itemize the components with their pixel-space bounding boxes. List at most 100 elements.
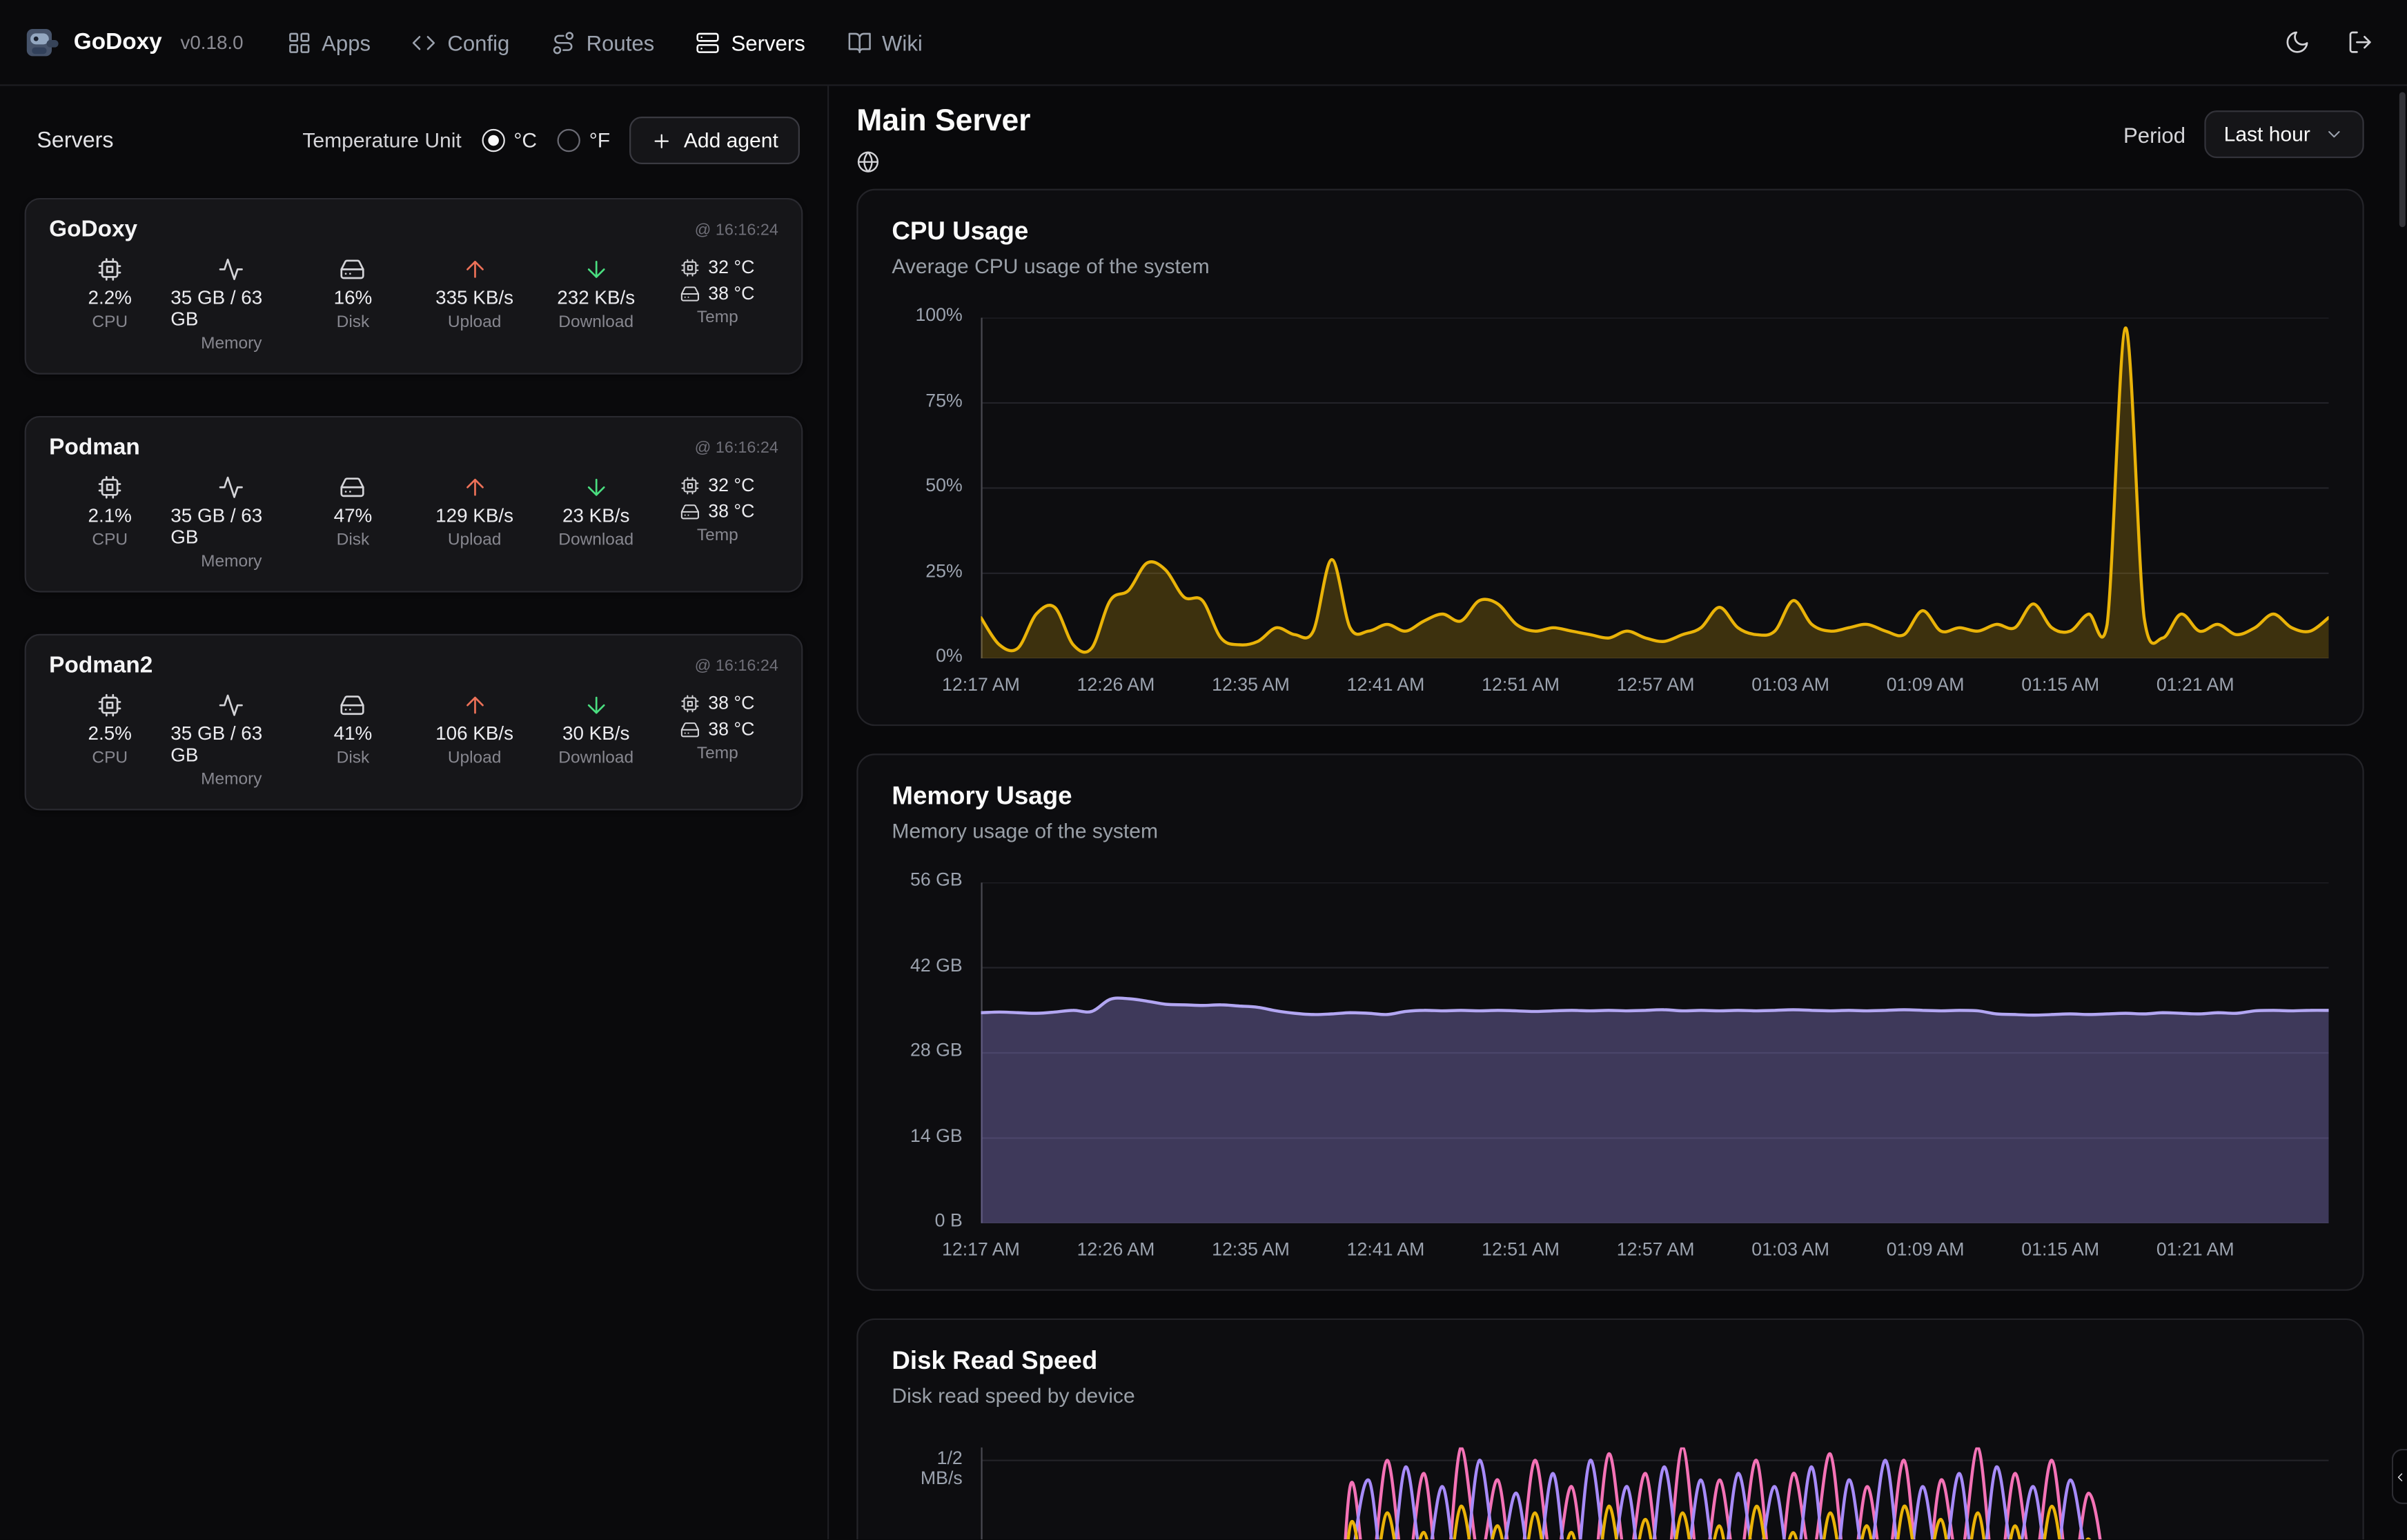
temp-unit-fahrenheit-radio[interactable]: °F (557, 129, 610, 152)
main-nav: Apps Config Routes Servers Wiki (286, 30, 923, 55)
upload-value: 335 KB/s (435, 287, 513, 308)
chart-body: 1/2 MB/s (892, 1448, 2328, 1539)
route-icon (551, 30, 576, 55)
main-content: Main Server Period Last hour CPU Usage A… (829, 86, 2407, 1539)
nav-label: Apps (322, 30, 371, 55)
y-tick-label: 75% (925, 391, 962, 412)
book-icon (847, 30, 872, 55)
server-timestamp: @ 16:16:24 (695, 438, 778, 457)
temp-unit-celsius-radio[interactable]: °C (482, 129, 537, 152)
server-metrics: 2.1% CPU 35 GB / 63 GB Memory 47% Disk (49, 474, 778, 571)
temp-metric: 32 °C 38 °C Temp (657, 474, 778, 571)
nav-item-routes[interactable]: Routes (551, 30, 654, 55)
x-tick-label: 01:03 AM (1751, 674, 1829, 695)
globe-icon (856, 150, 879, 173)
brand[interactable]: GoDoxy v0.18.0 (25, 25, 244, 60)
memory-usage-chart[interactable] (981, 882, 2328, 1223)
app-root: GoDoxy v0.18.0 Apps Config Routes Server… (0, 0, 2407, 1540)
add-agent-button[interactable]: Add agent (630, 117, 800, 164)
logout-button[interactable] (2347, 29, 2373, 55)
download-label: Download (558, 531, 633, 550)
temp-label: Temp (697, 744, 738, 763)
content: Servers Temperature Unit °C °F Add agent (0, 86, 2407, 1539)
x-tick-label: 01:21 AM (2157, 674, 2234, 695)
chart-title: Disk Read Speed (892, 1348, 2328, 1376)
server-metrics: 2.5% CPU 35 GB / 63 GB Memory 41% Disk (49, 692, 778, 789)
x-tick-label: 12:35 AM (1212, 1238, 1290, 1260)
cpu-metric: 2.1% CPU (49, 474, 170, 571)
arrow-up-icon (462, 256, 488, 282)
server-url-globe[interactable] (856, 150, 879, 173)
arrow-up-icon (462, 692, 488, 718)
x-tick-label: 12:51 AM (1482, 674, 1560, 695)
chart-subtitle: Average CPU usage of the system (892, 255, 2328, 277)
cpu-icon (97, 474, 123, 500)
x-tick-label: 01:15 AM (2021, 674, 2099, 695)
theme-toggle-button[interactable] (2284, 29, 2310, 55)
hard-drive-icon (680, 283, 700, 303)
upload-metric: 106 KB/s Upload (414, 692, 536, 789)
activity-icon (218, 474, 244, 500)
nav-item-config[interactable]: Config (412, 30, 509, 55)
chart-title: Memory Usage (892, 782, 2328, 811)
chart-subtitle: Memory usage of the system (892, 820, 2328, 842)
scrollbar-thumb[interactable] (2399, 92, 2406, 227)
memory-usage-card: Memory Usage Memory usage of the system … (856, 753, 2364, 1291)
nav-item-apps[interactable]: Apps (286, 30, 371, 55)
cpu-temp-row: 38 °C (680, 692, 754, 713)
x-tick-label: 01:15 AM (2021, 1238, 2099, 1260)
disk-read-speed-card: Disk Read Speed Disk read speed by devic… (856, 1319, 2364, 1539)
y-axis-labels: 100%75%50%25%0% (892, 317, 981, 658)
server-card-godoxy[interactable]: GoDoxy @ 16:16:24 2.2% CPU 35 GB / 63 GB… (25, 198, 803, 375)
cpu-metric: 2.2% CPU (49, 256, 170, 353)
memory-label: Memory (201, 771, 262, 789)
period-select[interactable]: Last hour (2204, 110, 2364, 158)
x-tick-label: 12:41 AM (1347, 1238, 1425, 1260)
period-value: Last hour (2224, 123, 2310, 146)
nav-item-servers[interactable]: Servers (696, 30, 805, 55)
cpu-usage-card: CPU Usage Average CPU usage of the syste… (856, 189, 2364, 727)
y-axis-labels: 56 GB42 GB28 GB14 GB0 B (892, 882, 981, 1223)
cpu-icon (680, 257, 700, 277)
cpu-temp-value: 32 °C (708, 474, 754, 495)
y-tick-label: 42 GB (910, 956, 963, 977)
download-metric: 30 KB/s Download (536, 692, 657, 789)
nav-item-wiki[interactable]: Wiki (847, 30, 923, 55)
moon-icon (2284, 29, 2310, 55)
chart-body: 56 GB42 GB28 GB14 GB0 B (892, 882, 2328, 1223)
logout-icon (2347, 29, 2373, 55)
upload-metric: 335 KB/s Upload (414, 256, 536, 353)
x-tick-label: 12:17 AM (942, 1238, 1020, 1260)
temp-metric: 32 °C 38 °C Temp (657, 256, 778, 353)
cpu-usage-chart[interactable] (981, 317, 2328, 658)
upload-value: 106 KB/s (435, 723, 513, 744)
disk-metric: 16% Disk (292, 256, 413, 353)
server-card-podman2[interactable]: Podman2 @ 16:16:24 2.5% CPU 35 GB / 63 G… (25, 634, 803, 811)
cpu-label: CPU (92, 313, 128, 332)
server-metrics: 2.2% CPU 35 GB / 63 GB Memory 16% Disk (49, 256, 778, 353)
server-card-podman[interactable]: Podman @ 16:16:24 2.1% CPU 35 GB / 63 GB… (25, 416, 803, 593)
servers-panel-title: Servers (37, 128, 113, 153)
sidebar-collapse-handle[interactable] (2392, 1449, 2407, 1504)
x-axis-labels: 12:17 AM12:26 AM12:35 AM12:41 AM12:51 AM… (981, 674, 2328, 697)
x-tick-label: 12:17 AM (942, 674, 1020, 695)
disk-temp-row: 38 °C (680, 718, 754, 740)
activity-icon (218, 256, 244, 282)
hard-drive-icon (680, 719, 700, 739)
memory-label: Memory (201, 335, 262, 353)
cpu-value: 2.5% (88, 723, 132, 744)
x-tick-label: 12:41 AM (1347, 674, 1425, 695)
y-tick-label: 0% (936, 646, 963, 668)
brand-name: GoDoxy (74, 29, 162, 55)
server-card-header: Podman @ 16:16:24 (49, 435, 778, 461)
memory-metric: 35 GB / 63 GB Memory (170, 256, 292, 353)
radio-unselected-icon (557, 129, 580, 152)
x-tick-label: 12:51 AM (1482, 1238, 1560, 1260)
disk-value: 47% (334, 505, 373, 526)
x-tick-label: 01:09 AM (1887, 1238, 1965, 1260)
cpu-icon (97, 256, 123, 282)
servers-panel: Servers Temperature Unit °C °F Add agent (0, 86, 829, 1539)
disk-read-speed-chart[interactable] (981, 1448, 2328, 1539)
chart-subtitle: Disk read speed by device (892, 1384, 2328, 1407)
disk-temp-value: 38 °C (708, 500, 754, 522)
